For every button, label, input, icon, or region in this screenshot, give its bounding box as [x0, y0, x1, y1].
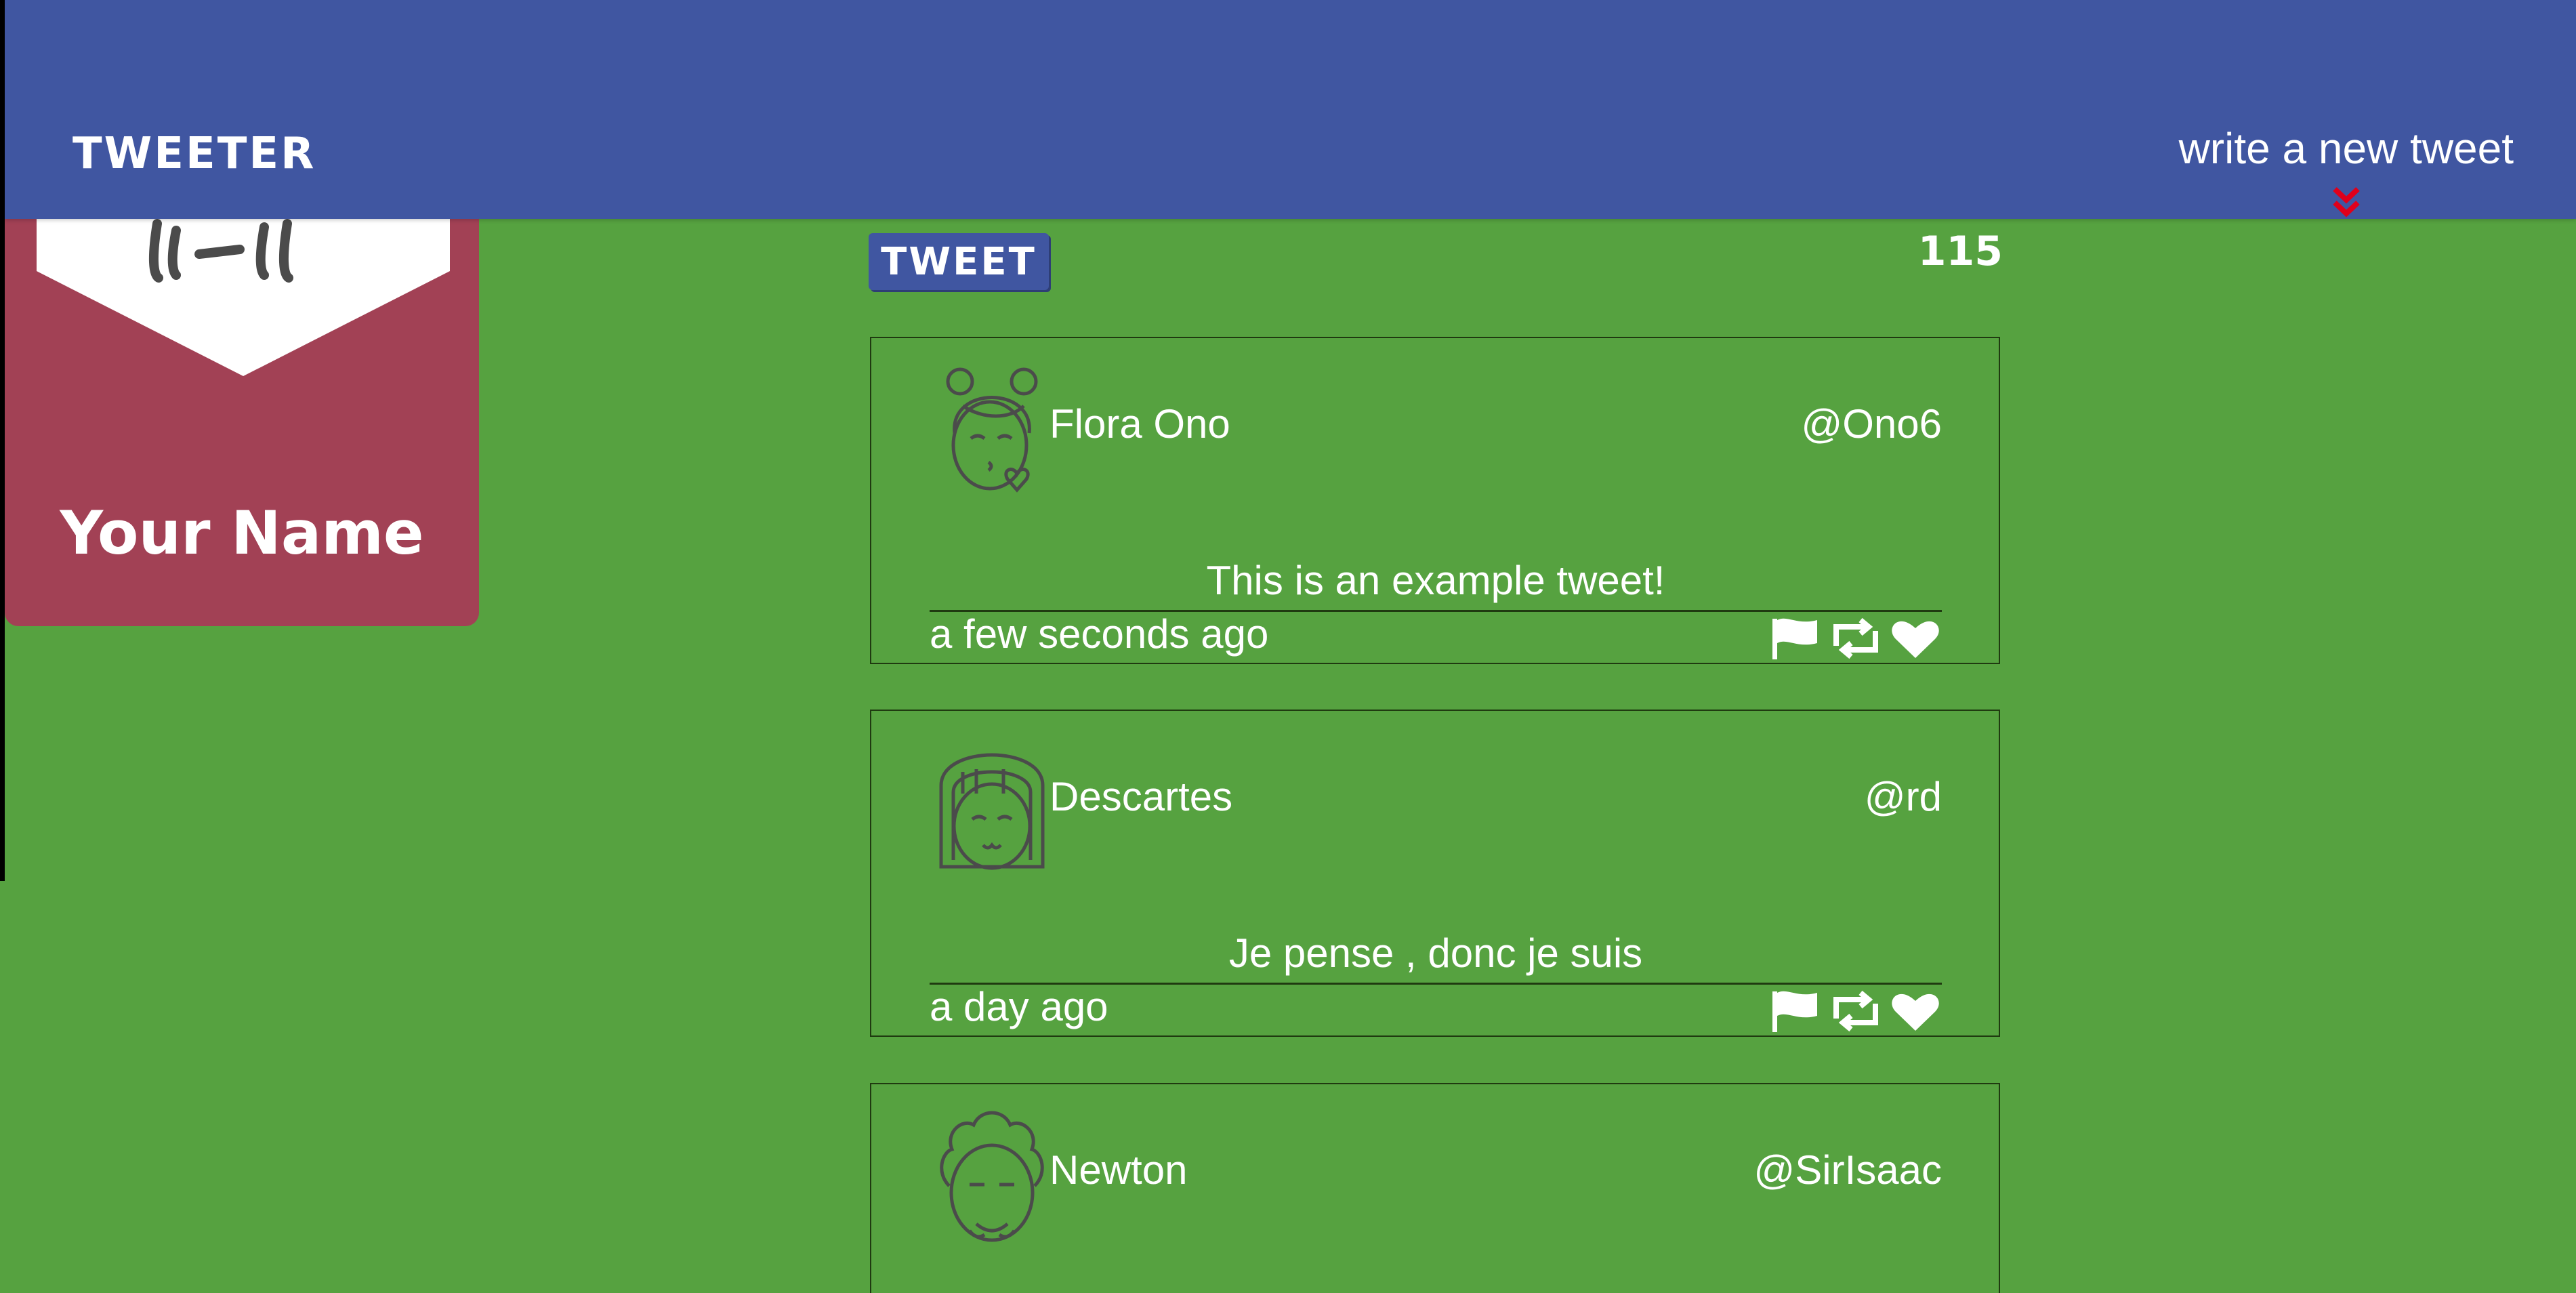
retweet-icon[interactable]: [1829, 616, 1882, 661]
tweet-timestamp: a few seconds ago: [930, 611, 1269, 657]
tweet-author-name[interactable]: Flora Ono: [1050, 401, 1230, 447]
window-edge: [0, 0, 5, 881]
tweet-actions: [1770, 616, 1942, 661]
tweet-text: This is an example tweet!: [1206, 558, 1665, 603]
double-chevron-down-icon[interactable]: [2332, 179, 2361, 229]
curly-hair-avatar-icon: [936, 1105, 1048, 1254]
profile-name: Your Name: [60, 498, 424, 568]
tweet-author-handle[interactable]: @rd: [1865, 773, 1942, 820]
tweet-card: Newton @SirIsaac: [870, 1083, 2000, 1293]
tweet-author-handle[interactable]: @SirIsaac: [1753, 1147, 1942, 1193]
girl-kiss-avatar-icon: [936, 358, 1048, 508]
tweet-author-name[interactable]: Newton: [1050, 1147, 1187, 1193]
tweet-submit-button[interactable]: TWEET: [869, 233, 1049, 290]
tweet-author-handle[interactable]: @Ono6: [1801, 401, 1942, 447]
write-new-tweet-link[interactable]: write a new tweet: [2178, 123, 2514, 218]
tweet-author-name[interactable]: Descartes: [1050, 773, 1232, 820]
tweet-timestamp: a day ago: [930, 984, 1108, 1029]
brand-logo[interactable]: TWEETER: [72, 129, 316, 179]
retweet-icon[interactable]: [1829, 989, 1882, 1033]
top-navbar: TWEETER write a new tweet: [5, 0, 2576, 219]
tweet-card: Descartes @rd Je pense , donc je suis a …: [870, 710, 2000, 1037]
flag-icon[interactable]: [1770, 616, 1823, 661]
write-new-tweet-label: write a new tweet: [2178, 124, 2514, 173]
character-counter: 115: [1917, 228, 2003, 275]
tweet-actions: [1770, 989, 1942, 1033]
tweet-card: Flora Ono @Ono6 This is an example tweet…: [870, 337, 2000, 664]
heart-icon[interactable]: [1889, 989, 1942, 1033]
heart-icon[interactable]: [1889, 616, 1942, 661]
tweet-text: Je pense , donc je suis: [1228, 930, 1643, 976]
flag-icon[interactable]: [1770, 989, 1823, 1033]
girl-bangs-avatar-icon: [936, 731, 1048, 880]
